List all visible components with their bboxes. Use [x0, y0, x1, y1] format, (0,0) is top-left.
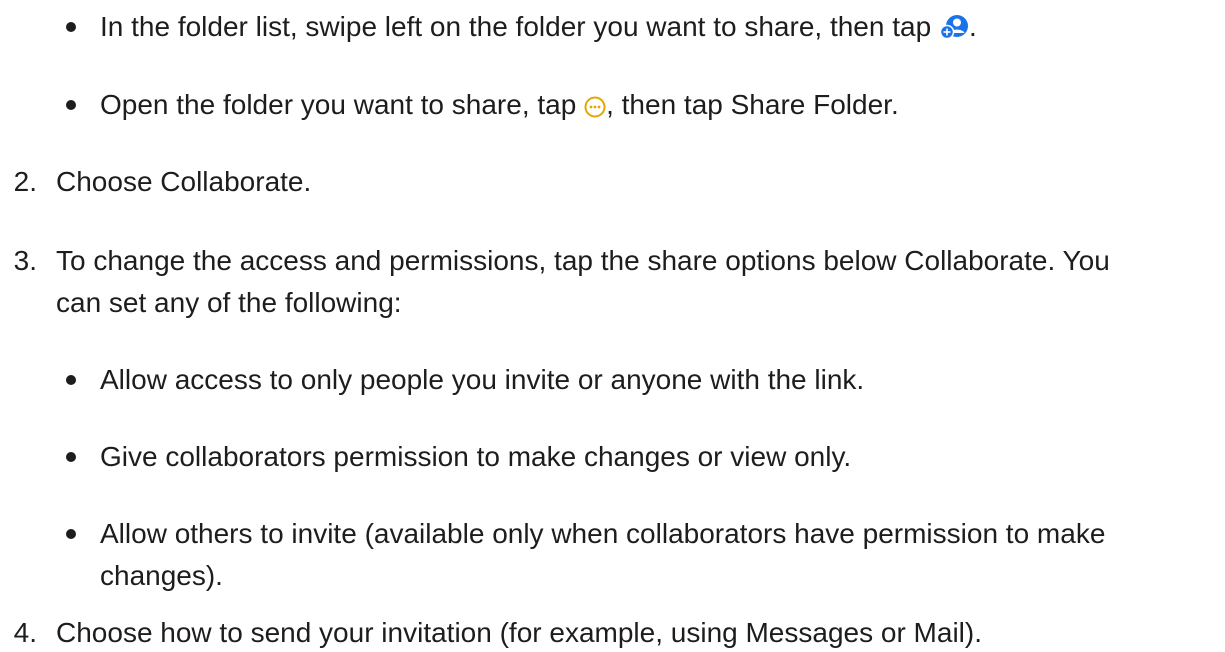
bullet-dot — [66, 452, 76, 462]
step-4-text: Choose how to send your invitation (for … — [56, 617, 982, 648]
step3-bullet-access-text: Allow access to only people you invite o… — [100, 364, 865, 395]
more-options-icon — [584, 90, 606, 128]
bullet-dot — [66, 529, 76, 539]
step-3-text-line2: can set any of the following: — [56, 287, 402, 318]
add-person-icon — [939, 12, 969, 50]
step-2-text: Choose Collaborate. — [56, 166, 312, 197]
step-number: 4. — [13, 617, 37, 648]
bullet-dot — [66, 22, 76, 32]
bullet-dot — [66, 100, 76, 110]
step1-bullet-open-text: Open the folder you want to share, tap ,… — [100, 86, 899, 128]
step1-bullet-swipe-text: In the folder list, swipe left on the fo… — [100, 8, 977, 50]
bullet-dot — [66, 375, 76, 385]
step-number: 2. — [13, 166, 37, 197]
step3-bullet-permission-text: Give collaborators permission to make ch… — [100, 441, 852, 472]
step3-bullet-invite-text-line1: Allow others to invite (available only w… — [100, 518, 1106, 549]
step-number: 3. — [13, 245, 37, 276]
step-3-text-line1: To change the access and permissions, ta… — [56, 245, 1110, 276]
step3-bullet-invite-text-line2: changes). — [100, 560, 223, 591]
